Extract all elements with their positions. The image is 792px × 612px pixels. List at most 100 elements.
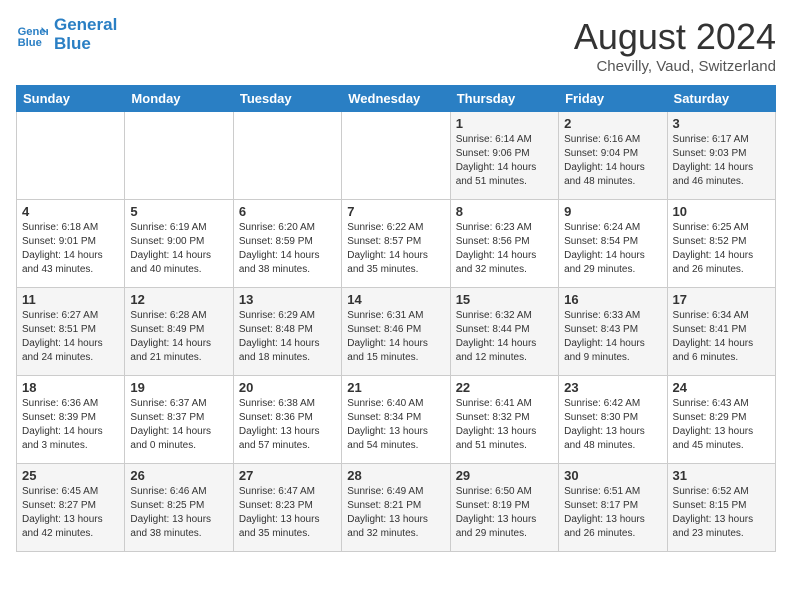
day-number: 3 (673, 116, 770, 131)
day-content: Sunrise: 6:46 AM Sunset: 8:25 PM Dayligh… (130, 485, 227, 541)
calendar-table: SundayMondayTuesdayWednesdayThursdayFrid… (16, 85, 776, 552)
day-content: Sunrise: 6:18 AM Sunset: 9:01 PM Dayligh… (22, 221, 119, 277)
calendar-cell: 5 Sunrise: 6:19 AM Sunset: 9:00 PM Daylig… (125, 200, 233, 288)
day-number: 5 (130, 204, 227, 219)
calendar-cell: 7 Sunrise: 6:22 AM Sunset: 8:57 PM Daylig… (342, 200, 450, 288)
day-number: 24 (673, 380, 770, 395)
calendar-cell: 24 Sunrise: 6:43 AM Sunset: 8:29 PM Dayli… (667, 376, 775, 464)
calendar-cell: 4 Sunrise: 6:18 AM Sunset: 9:01 PM Daylig… (17, 200, 125, 288)
day-number: 7 (347, 204, 444, 219)
calendar-cell: 27 Sunrise: 6:47 AM Sunset: 8:23 PM Dayli… (233, 464, 341, 552)
calendar-header-row: SundayMondayTuesdayWednesdayThursdayFrid… (17, 86, 776, 112)
calendar-cell: 10 Sunrise: 6:25 AM Sunset: 8:52 PM Dayli… (667, 200, 775, 288)
calendar-cell: 12 Sunrise: 6:28 AM Sunset: 8:49 PM Dayli… (125, 288, 233, 376)
day-number: 27 (239, 468, 336, 483)
calendar-cell: 19 Sunrise: 6:37 AM Sunset: 8:37 PM Dayli… (125, 376, 233, 464)
day-number: 22 (456, 380, 553, 395)
day-content: Sunrise: 6:50 AM Sunset: 8:19 PM Dayligh… (456, 485, 553, 541)
calendar-week-5: 25Sunrise: 6:45 AM Sunset: 8:27 PM Dayli… (17, 464, 776, 552)
header-saturday: Saturday (667, 86, 775, 112)
day-number: 11 (22, 292, 119, 307)
day-content: Sunrise: 6:25 AM Sunset: 8:52 PM Dayligh… (673, 221, 770, 277)
day-content: Sunrise: 6:22 AM Sunset: 8:57 PM Dayligh… (347, 221, 444, 277)
day-content: Sunrise: 6:37 AM Sunset: 8:37 PM Dayligh… (130, 397, 227, 453)
calendar-cell: 14Sunrise: 6:31 AM Sunset: 8:46 PM Dayli… (342, 288, 450, 376)
calendar-cell (125, 112, 233, 200)
calendar-week-2: 4 Sunrise: 6:18 AM Sunset: 9:01 PM Daylig… (17, 200, 776, 288)
day-content: Sunrise: 6:43 AM Sunset: 8:29 PM Dayligh… (673, 397, 770, 453)
calendar-cell: 3 Sunrise: 6:17 AM Sunset: 9:03 PM Daylig… (667, 112, 775, 200)
day-number: 29 (456, 468, 553, 483)
day-content: Sunrise: 6:42 AM Sunset: 8:30 PM Dayligh… (564, 397, 661, 453)
calendar-week-1: 1 Sunrise: 6:14 AM Sunset: 9:06 PM Daylig… (17, 112, 776, 200)
calendar-cell: 15Sunrise: 6:32 AM Sunset: 8:44 PM Dayli… (450, 288, 558, 376)
day-number: 15 (456, 292, 553, 307)
day-content: Sunrise: 6:27 AM Sunset: 8:51 PM Dayligh… (22, 309, 119, 365)
calendar-cell: 21 Sunrise: 6:40 AM Sunset: 8:34 PM Dayli… (342, 376, 450, 464)
day-content: Sunrise: 6:52 AM Sunset: 8:15 PM Dayligh… (673, 485, 770, 541)
day-number: 2 (564, 116, 661, 131)
day-content: Sunrise: 6:36 AM Sunset: 8:39 PM Dayligh… (22, 397, 119, 453)
day-number: 16 (564, 292, 661, 307)
day-number: 20 (239, 380, 336, 395)
day-content: Sunrise: 6:40 AM Sunset: 8:34 PM Dayligh… (347, 397, 444, 453)
page-header: General Blue GeneralBlue August 2024 Che… (16, 16, 776, 75)
header-thursday: Thursday (450, 86, 558, 112)
day-number: 6 (239, 204, 336, 219)
day-number: 18 (22, 380, 119, 395)
calendar-cell: 16Sunrise: 6:33 AM Sunset: 8:43 PM Dayli… (559, 288, 667, 376)
day-number: 4 (22, 204, 119, 219)
day-number: 13 (239, 292, 336, 307)
day-number: 17 (673, 292, 770, 307)
day-content: Sunrise: 6:16 AM Sunset: 9:04 PM Dayligh… (564, 133, 661, 189)
calendar-cell (342, 112, 450, 200)
header-sunday: Sunday (17, 86, 125, 112)
day-number: 28 (347, 468, 444, 483)
day-number: 1 (456, 116, 553, 131)
calendar-cell: 1 Sunrise: 6:14 AM Sunset: 9:06 PM Daylig… (450, 112, 558, 200)
calendar-cell: 9Sunrise: 6:24 AM Sunset: 8:54 PM Daylig… (559, 200, 667, 288)
day-number: 30 (564, 468, 661, 483)
day-number: 8 (456, 204, 553, 219)
header-wednesday: Wednesday (342, 86, 450, 112)
day-content: Sunrise: 6:20 AM Sunset: 8:59 PM Dayligh… (239, 221, 336, 277)
calendar-cell: 26 Sunrise: 6:46 AM Sunset: 8:25 PM Dayli… (125, 464, 233, 552)
day-content: Sunrise: 6:38 AM Sunset: 8:36 PM Dayligh… (239, 397, 336, 453)
svg-text:General: General (18, 26, 48, 38)
logo-icon: General Blue (16, 19, 48, 51)
day-number: 10 (673, 204, 770, 219)
day-content: Sunrise: 6:51 AM Sunset: 8:17 PM Dayligh… (564, 485, 661, 541)
day-number: 12 (130, 292, 227, 307)
calendar-cell (233, 112, 341, 200)
day-content: Sunrise: 6:28 AM Sunset: 8:49 PM Dayligh… (130, 309, 227, 365)
day-number: 19 (130, 380, 227, 395)
header-monday: Monday (125, 86, 233, 112)
header-tuesday: Tuesday (233, 86, 341, 112)
day-content: Sunrise: 6:19 AM Sunset: 9:00 PM Dayligh… (130, 221, 227, 277)
logo-text: GeneralBlue (54, 16, 117, 53)
calendar-cell: 17Sunrise: 6:34 AM Sunset: 8:41 PM Dayli… (667, 288, 775, 376)
header-friday: Friday (559, 86, 667, 112)
calendar-cell: 31 Sunrise: 6:52 AM Sunset: 8:15 PM Dayli… (667, 464, 775, 552)
day-content: Sunrise: 6:14 AM Sunset: 9:06 PM Dayligh… (456, 133, 553, 189)
location: Chevilly, Vaud, Switzerland (574, 58, 776, 75)
day-number: 31 (673, 468, 770, 483)
calendar-cell: 22 Sunrise: 6:41 AM Sunset: 8:32 PM Dayli… (450, 376, 558, 464)
title-block: August 2024 Chevilly, Vaud, Switzerland (574, 16, 776, 75)
calendar-cell: 11 Sunrise: 6:27 AM Sunset: 8:51 PM Dayli… (17, 288, 125, 376)
calendar-cell: 23Sunrise: 6:42 AM Sunset: 8:30 PM Dayli… (559, 376, 667, 464)
calendar-cell: 20 Sunrise: 6:38 AM Sunset: 8:36 PM Dayli… (233, 376, 341, 464)
calendar-cell: 2 Sunrise: 6:16 AM Sunset: 9:04 PM Daylig… (559, 112, 667, 200)
day-content: Sunrise: 6:29 AM Sunset: 8:48 PM Dayligh… (239, 309, 336, 365)
day-content: Sunrise: 6:17 AM Sunset: 9:03 PM Dayligh… (673, 133, 770, 189)
svg-text:Blue: Blue (18, 37, 42, 49)
day-content: Sunrise: 6:41 AM Sunset: 8:32 PM Dayligh… (456, 397, 553, 453)
calendar-cell: 29 Sunrise: 6:50 AM Sunset: 8:19 PM Dayli… (450, 464, 558, 552)
calendar-cell: 6 Sunrise: 6:20 AM Sunset: 8:59 PM Daylig… (233, 200, 341, 288)
day-number: 21 (347, 380, 444, 395)
day-number: 26 (130, 468, 227, 483)
calendar-cell: 25Sunrise: 6:45 AM Sunset: 8:27 PM Dayli… (17, 464, 125, 552)
day-number: 14 (347, 292, 444, 307)
day-content: Sunrise: 6:47 AM Sunset: 8:23 PM Dayligh… (239, 485, 336, 541)
day-content: Sunrise: 6:45 AM Sunset: 8:27 PM Dayligh… (22, 485, 119, 541)
